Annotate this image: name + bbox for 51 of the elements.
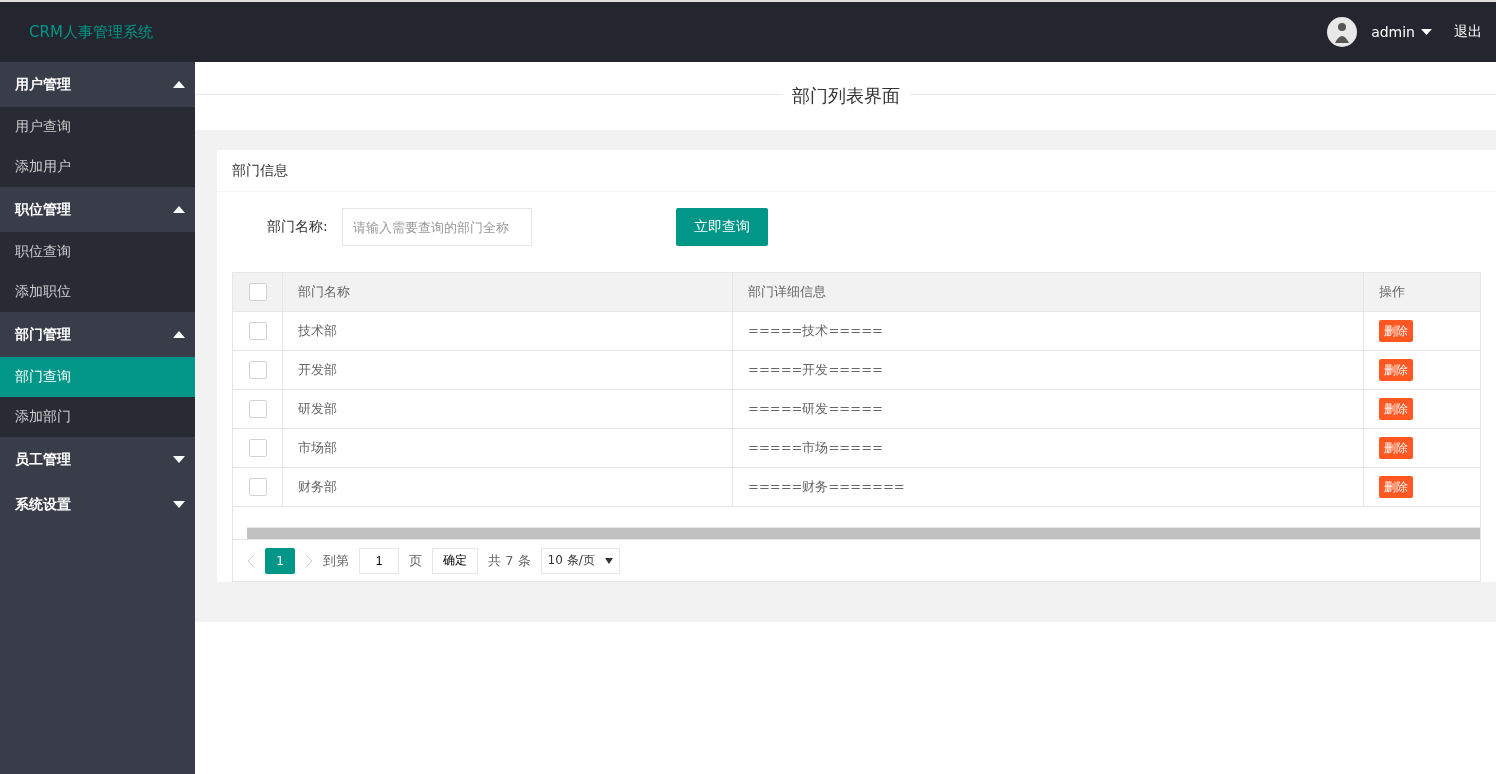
caret-up-icon — [173, 206, 185, 213]
column-header: 部门名称 — [283, 273, 733, 311]
page-input[interactable]: 1 — [359, 547, 399, 574]
table-cell: =====市场===== — [733, 429, 1364, 467]
search-button[interactable]: 立即查询 — [676, 208, 768, 246]
select-all-checkbox[interactable] — [248, 283, 267, 301]
table-cell: 市场部 — [283, 429, 733, 467]
page-unit: 页 — [409, 551, 422, 570]
avatar[interactable] — [1327, 17, 1358, 47]
page-title: 部门列表界面 — [791, 84, 900, 108]
row-checkbox[interactable] — [248, 322, 267, 340]
table-cell: =====技术===== — [733, 312, 1364, 350]
sidebar-item[interactable]: 添加用户 — [0, 147, 195, 187]
table-cell: =====开发===== — [733, 351, 1364, 389]
row-checkbox[interactable] — [248, 439, 267, 457]
column-header: 操作 — [1378, 283, 1406, 301]
caret-down-icon — [604, 557, 613, 564]
caret-up-icon — [173, 331, 185, 338]
caret-up-icon — [173, 81, 185, 88]
search-field[interactable]: 请输入需要查询的部门全称 — [342, 208, 532, 246]
caret-down-icon — [1421, 29, 1432, 35]
total-count: 共 7 条 — [488, 551, 531, 570]
sidebar-item[interactable]: 部门查询 — [0, 357, 195, 397]
table-cell: =====财务======= — [733, 468, 1364, 506]
sidebar-item[interactable]: 添加职位 — [0, 272, 195, 312]
page-size-select[interactable]: 10 条/页 — [540, 547, 620, 574]
row-checkbox[interactable] — [248, 478, 267, 496]
scrollbar[interactable] — [247, 527, 1480, 539]
app-logo[interactable]: CRM人事管理系统 — [29, 22, 153, 42]
caret-down-icon — [173, 501, 185, 508]
column-header: 部门详细信息 — [733, 273, 1364, 311]
table-cell: =====研发===== — [733, 390, 1364, 428]
caret-down-icon — [173, 456, 185, 463]
table-cell: 技术部 — [283, 312, 733, 350]
card-title: 部门信息 — [217, 150, 1496, 192]
row-checkbox[interactable] — [248, 400, 267, 418]
row-checkbox[interactable] — [248, 361, 267, 379]
table-cell: 研发部 — [283, 390, 733, 428]
sidebar-item[interactable]: 职位查询 — [0, 232, 195, 272]
table-cell: 财务部 — [283, 468, 733, 506]
next-page-icon[interactable] — [305, 553, 313, 568]
user-menu[interactable]: admin — [1371, 24, 1432, 40]
logout-link[interactable]: 退出 — [1454, 23, 1482, 41]
table-cell: 开发部 — [283, 351, 733, 389]
confirm-button[interactable]: 确定 — [432, 547, 478, 574]
sidebar-item[interactable]: 添加部门 — [0, 397, 195, 437]
field-label: 部门名称: — [267, 218, 329, 236]
prev-page-icon[interactable] — [247, 553, 255, 568]
goto-label: 到第 — [323, 551, 349, 570]
page-button[interactable]: 1 — [265, 547, 295, 574]
sidebar-item[interactable]: 用户查询 — [0, 107, 195, 147]
